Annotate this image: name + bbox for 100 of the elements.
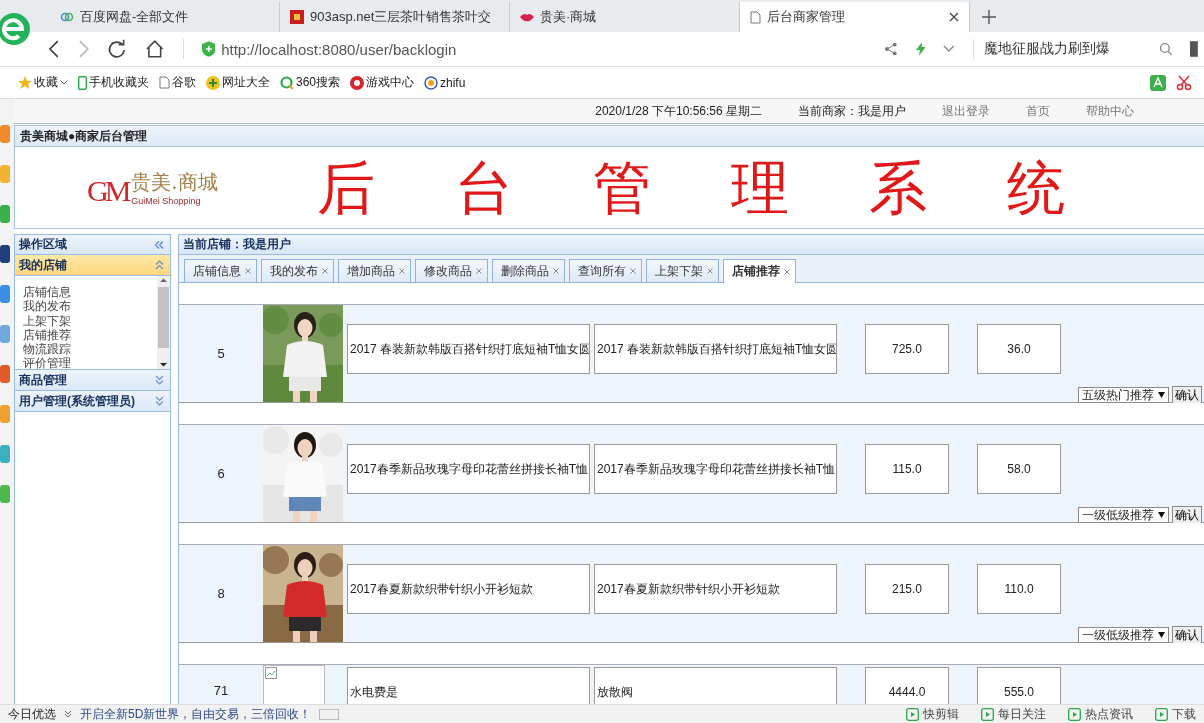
browser-tab[interactable]: 百度网盘-全部文件 bbox=[50, 2, 280, 32]
confirm-button[interactable]: 确认 bbox=[1172, 386, 1202, 404]
status-item[interactable]: 每日关注 bbox=[981, 705, 1046, 723]
status-icon bbox=[906, 707, 919, 721]
home-icon[interactable] bbox=[145, 40, 165, 58]
product-id: 6 bbox=[216, 466, 226, 481]
recommend-select[interactable]: 一级低级推荐 bbox=[1078, 627, 1169, 643]
nav-link[interactable]: 退出登录 bbox=[942, 102, 990, 120]
product-description-field[interactable]: 放散阀 bbox=[594, 667, 837, 704]
chevron-icon bbox=[155, 260, 164, 270]
shield-icon bbox=[201, 41, 216, 57]
confirm-button[interactable]: 确认 bbox=[1172, 626, 1202, 644]
tab[interactable]: 店铺推荐 bbox=[723, 259, 796, 283]
nav-link[interactable]: 首页 bbox=[1026, 102, 1050, 120]
share-icon[interactable] bbox=[884, 42, 898, 56]
price-field[interactable]: 215.0 bbox=[865, 564, 949, 614]
product-name-field[interactable]: 水电费是 bbox=[347, 667, 590, 704]
cloud-icon bbox=[60, 11, 74, 23]
tab[interactable]: 删除商品 bbox=[492, 259, 565, 282]
tab[interactable]: 增加商品 bbox=[338, 259, 411, 282]
bookmark-item[interactable]: 360搜索 bbox=[280, 74, 341, 91]
menu-item[interactable]: 物流跟踪 bbox=[23, 342, 157, 357]
scrollbar[interactable] bbox=[157, 276, 170, 369]
accordion-header[interactable]: 商品管理 bbox=[15, 370, 170, 391]
product-id: 71 bbox=[212, 683, 230, 698]
tea-icon bbox=[290, 10, 304, 24]
bookmark-item[interactable]: 游戏中心 bbox=[350, 74, 415, 91]
caret-icon[interactable] bbox=[943, 45, 956, 53]
chevron-icon bbox=[155, 375, 164, 385]
tab[interactable]: 查询所有 bbox=[569, 259, 642, 282]
menu-item[interactable]: 店铺推荐 bbox=[23, 327, 157, 343]
tab[interactable]: 修改商品 bbox=[415, 259, 488, 282]
confirm-button[interactable]: 确认 bbox=[1172, 506, 1202, 524]
tab[interactable]: 上架下架 bbox=[646, 259, 719, 282]
bookmark-item[interactable]: 手机收藏夹 bbox=[78, 74, 149, 91]
stock-field[interactable]: 58.0 bbox=[977, 444, 1061, 494]
browser-tab[interactable]: 903asp.net三层茶叶销售茶叶交 bbox=[280, 2, 510, 32]
price-field[interactable]: 725.0 bbox=[865, 324, 949, 374]
status-icon bbox=[981, 707, 994, 721]
status-item[interactable]: 快剪辑 bbox=[906, 705, 959, 723]
recommend-select[interactable]: 一级低级推荐 bbox=[1078, 507, 1169, 523]
status-item[interactable]: 下载 bbox=[1155, 705, 1196, 723]
status-item[interactable]: 热点资讯 bbox=[1068, 705, 1133, 723]
price-field[interactable]: 115.0 bbox=[865, 444, 949, 494]
product-name-field[interactable]: 2017春夏新款织带针织小开衫短款 bbox=[347, 564, 590, 614]
search-icon bbox=[280, 75, 294, 90]
recommend-select[interactable]: 五级热门推荐 bbox=[1078, 387, 1169, 403]
double-chevron-icon bbox=[64, 710, 72, 718]
scissors-icon[interactable] bbox=[1176, 74, 1192, 91]
menu-item[interactable]: 我的发布 bbox=[23, 299, 157, 314]
browser-tab[interactable]: 后台商家管理 bbox=[740, 2, 970, 32]
accordion-header[interactable]: 用户管理(系统管理员) bbox=[15, 391, 170, 412]
caret-icon bbox=[1158, 632, 1165, 638]
system-title: 贵美商城●商家后台管理 bbox=[20, 127, 148, 145]
product-description-field[interactable]: 2017春季新品玫瑰字母印花蕾丝拼接长袖T恤 bbox=[594, 444, 837, 494]
accordion-header[interactable]: 我的店铺 bbox=[15, 255, 170, 276]
stock-field[interactable]: 36.0 bbox=[977, 324, 1061, 374]
search-field[interactable]: 魔地征服战力刷到爆 bbox=[984, 40, 1141, 58]
menu-item[interactable]: 评价管理 bbox=[23, 356, 157, 371]
menu-item[interactable]: 店铺信息 bbox=[23, 285, 157, 300]
news-ticker[interactable]: 开启全新5D新世界，自由交易，三倍回收！ bbox=[80, 705, 312, 723]
search-icon[interactable] bbox=[1158, 42, 1173, 56]
bookmark-item[interactable]: 谷歌 bbox=[159, 74, 196, 91]
logo-subtitle: GuiMei Shopping bbox=[131, 196, 202, 206]
status-item[interactable]: 今日优选 bbox=[8, 705, 56, 723]
translate-icon[interactable] bbox=[1150, 74, 1166, 91]
forward-icon[interactable] bbox=[77, 40, 90, 58]
collapse-icon[interactable] bbox=[154, 240, 164, 249]
page-icon bbox=[750, 10, 761, 24]
nav-link[interactable]: 帮助中心 bbox=[1086, 102, 1134, 120]
date-time: 2020/1/28 下午10:56:56 星期二 bbox=[595, 102, 762, 120]
product-description-field[interactable]: 2017春夏新款织带针织小开衫短款 bbox=[594, 564, 837, 614]
new-tab-icon[interactable] bbox=[982, 10, 996, 24]
caret-icon bbox=[1158, 392, 1165, 398]
tab[interactable]: 店铺信息 bbox=[184, 259, 257, 282]
bookmark-item[interactable]: 网址大全 bbox=[206, 74, 270, 91]
stock-field[interactable]: 555.0 bbox=[977, 667, 1061, 704]
product-id: 5 bbox=[216, 346, 226, 361]
back-icon[interactable] bbox=[48, 40, 60, 58]
bookmark-item[interactable]: 收藏 bbox=[18, 74, 68, 91]
stock-field[interactable]: 110.0 bbox=[977, 564, 1061, 614]
lightning-icon[interactable] bbox=[915, 42, 926, 56]
caret-icon bbox=[60, 80, 68, 85]
price-field[interactable]: 4444.0 bbox=[865, 667, 949, 704]
panel-title: 当前店铺：我是用户 bbox=[183, 236, 291, 253]
banner-title: 后台管理系统 bbox=[317, 158, 1145, 217]
app-icon[interactable] bbox=[0, 365, 10, 383]
url-field[interactable]: http://localhost:8080/user/backlogin bbox=[221, 40, 867, 58]
close-icon[interactable] bbox=[949, 12, 959, 22]
phone-icon bbox=[78, 75, 87, 90]
lips-icon bbox=[520, 12, 534, 22]
star-icon bbox=[18, 75, 32, 90]
caret-icon bbox=[1158, 512, 1165, 518]
app-icon[interactable] bbox=[0, 245, 10, 263]
product-name-field[interactable]: 2017春季新品玫瑰字母印花蕾丝拼接长袖T恤 bbox=[347, 444, 590, 494]
tab[interactable]: 我的发布 bbox=[261, 259, 334, 282]
app-icon[interactable] bbox=[0, 285, 10, 303]
refresh-icon[interactable] bbox=[107, 39, 127, 59]
menu-item[interactable]: 上架下架 bbox=[23, 313, 157, 328]
bookmark-item[interactable]: zhifu bbox=[424, 75, 466, 90]
